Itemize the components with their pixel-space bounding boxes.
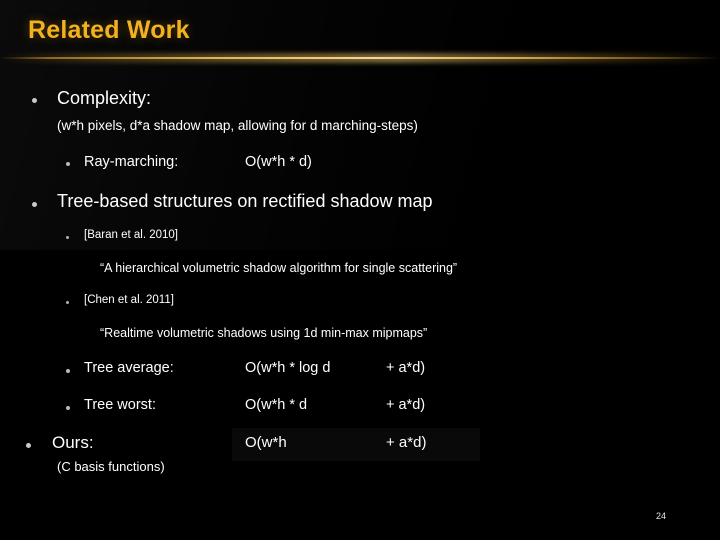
bullet-ours — [26, 443, 31, 448]
tree-worst-formula-extra: + a*d) — [386, 397, 426, 413]
complexity-heading: Complexity: — [57, 88, 152, 108]
page-number: 24 — [655, 511, 666, 521]
tree-average-formula-extra: + a*d) — [386, 360, 426, 376]
bullet-citation-chen — [66, 301, 69, 304]
bullet-tree-worst — [66, 406, 70, 410]
bullet-complexity — [32, 98, 37, 103]
ours-note: (C basis functions) — [57, 459, 165, 474]
tree-average-label: Tree average: — [84, 360, 174, 376]
bullet-citation-baran — [66, 236, 69, 239]
ray-marching-label: Ray-marching: — [84, 154, 179, 170]
bullet-tree-based — [32, 202, 37, 207]
ray-marching-formula: O(w*h * d) — [245, 154, 312, 170]
complexity-note: (w*h pixels, d*a shadow map, allowing fo… — [57, 118, 418, 133]
citation-chen-quote: “Realtime volumetric shadows using 1d mi… — [100, 326, 428, 340]
divider-line — [0, 57, 720, 59]
tree-average-formula-main: O(w*h * log d — [245, 360, 331, 376]
tree-based-heading: Tree-based structures on rectified shado… — [57, 191, 433, 211]
citation-chen-reference: [Chen et al. 2011] — [84, 294, 174, 306]
slide-canvas: Related Work Complexity: (w*h pixels, d*… — [0, 0, 720, 540]
citation-baran-reference: [Baran et al. 2010] — [84, 229, 178, 241]
citation-baran-quote: “A hierarchical volumetric shadow algori… — [100, 261, 458, 275]
tree-worst-label: Tree worst: — [84, 397, 156, 413]
ours-heading: Ours: — [52, 433, 94, 452]
tree-worst-formula-main: O(w*h * d — [245, 397, 308, 413]
ours-formula-main: O(w*h — [245, 434, 287, 451]
bullet-ray-marching — [66, 162, 70, 166]
title-divider — [0, 52, 720, 64]
ours-formula-extra: + a*d) — [386, 434, 427, 451]
bullet-tree-average — [66, 369, 70, 373]
slide-title: Related Work — [28, 16, 190, 44]
